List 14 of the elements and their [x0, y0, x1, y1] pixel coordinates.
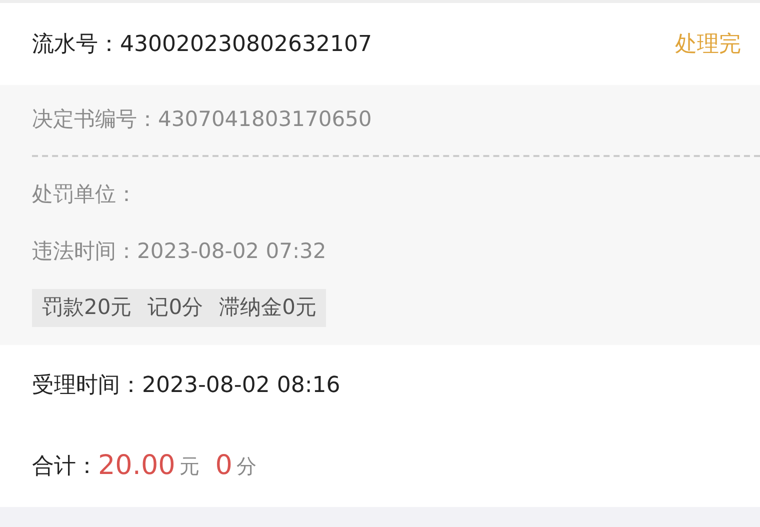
status-label: 处理完: [675, 30, 741, 58]
penalty-item: 滞纳金0元: [219, 294, 316, 322]
penalty-item: 记0分: [148, 294, 204, 322]
accepted-time: 受理时间：2023-08-02 08:16: [32, 372, 340, 400]
total-label: 合计：: [32, 452, 98, 480]
penalty-unit-label: 处罚单位：: [32, 181, 137, 208]
violation-time: 违法时间：2023-08-02 07:32: [32, 238, 326, 266]
decision-number: 决定书编号：4307041803170650: [32, 106, 372, 134]
total-amount: 20.00: [98, 448, 176, 483]
serial-number: 流水号：430020230802632107: [32, 30, 372, 58]
penalty-item: 罚款20元: [42, 294, 132, 322]
amount-unit: 元: [179, 453, 200, 480]
total-points: 0: [215, 448, 232, 483]
points-unit: 分: [236, 453, 256, 480]
